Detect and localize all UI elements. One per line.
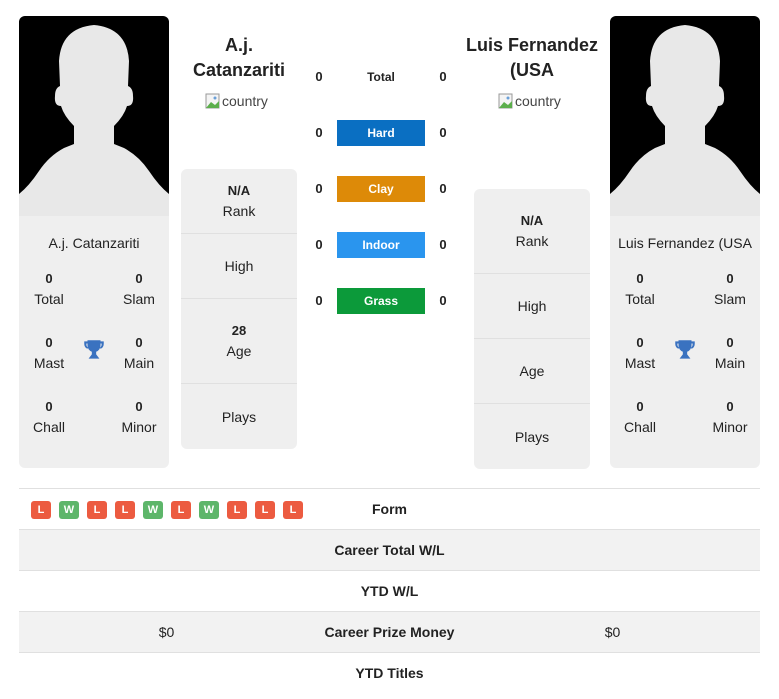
player1-card: A.j. Catanzariti 0 Total 0 Slam 0 Mast 0 Mai…: [19, 16, 169, 468]
table-row: Career Total W/L: [19, 530, 760, 571]
table-row: YTD W/L: [19, 571, 760, 612]
table-row: YTD Titles: [355, 665, 424, 681]
titles-minor: 0 Minor: [712, 399, 748, 435]
titles-total: 0 Total: [34, 271, 64, 307]
surface-hard-p1: 0: [315, 125, 323, 140]
form-row: LWLLWLWLLL Form: [19, 489, 760, 530]
surface-clay-label: Clay: [337, 176, 425, 202]
player2-card-name: Luis Fernandez (USA: [618, 235, 752, 251]
broken-image-icon: [205, 93, 221, 109]
player1-info: N/A Rank High 28 Age Plays: [181, 169, 297, 449]
player1-age: 28 Age: [181, 299, 297, 384]
form-label: Form: [372, 501, 407, 517]
player2-plays: Plays: [514, 428, 550, 445]
surface-clay-p2: 0: [439, 181, 447, 196]
player2-titles: 0 Total 0 Slam 0 Mast 0 Main 0 Chall 0 Minor: [610, 251, 760, 451]
player2-rank: N/A Rank: [474, 189, 590, 274]
titles-mast: 0 Mast: [624, 335, 656, 371]
surface-hard-row: 0 Hard 0: [305, 120, 455, 146]
player1-name[interactable]: A.j. Catanzariti: [180, 33, 298, 83]
prize-money-p2: $0: [604, 624, 621, 640]
trophy-icon: [84, 340, 104, 359]
surface-total-label: Total: [367, 70, 395, 84]
player1-card-name: A.j. Catanzariti: [48, 235, 140, 251]
titles-slam: 0 Slam: [714, 271, 746, 307]
surface-total-p1: 0: [315, 69, 323, 84]
player1-photo: [19, 16, 169, 216]
trophy-icon: [675, 340, 695, 359]
player2-country-flag: country: [498, 93, 561, 109]
player1-high: High: [181, 234, 297, 299]
titles-minor: 0 Minor: [121, 399, 157, 435]
player2-info: N/A Rank High Age Plays: [474, 189, 590, 469]
player2-high: High: [474, 274, 590, 339]
silhouette-icon: [19, 25, 169, 216]
player2-photo: [610, 16, 760, 216]
surface-indoor-p1: 0: [315, 237, 323, 252]
surface-clay-row: 0 Clay 0: [305, 176, 455, 202]
player1-country-flag: country: [205, 93, 268, 109]
titles-slam: 0 Slam: [123, 271, 155, 307]
player2-card: Luis Fernandez (USA 0 Total 0 Slam 0 Mast 0…: [610, 16, 760, 468]
player1-titles: 0 Total 0 Slam 0 Mast 0 Main 0 Chall 0 Minor: [19, 251, 169, 451]
titles-main: 0 Main: [123, 335, 155, 371]
titles-mast: 0 Mast: [33, 335, 65, 371]
surface-indoor-p2: 0: [439, 237, 447, 252]
titles-chall: 0 Chall: [624, 399, 656, 435]
surface-total-p2: 0: [439, 69, 447, 84]
player2-age: Age: [474, 339, 590, 404]
comparison-table: LWLLWLWLLL Form Career Total W/L YTD W/L…: [19, 488, 760, 694]
surface-total-row: 0 Total 0: [305, 64, 455, 90]
surface-grass-p1: 0: [315, 293, 323, 308]
titles-total: 0 Total: [625, 271, 655, 307]
surface-indoor-label: Indoor: [337, 232, 425, 258]
surface-clay-p1: 0: [315, 181, 323, 196]
silhouette-icon: [610, 25, 760, 216]
surface-grass-label: Grass: [337, 288, 425, 314]
surface-grass-row: 0 Grass 0: [305, 288, 455, 314]
player2-name[interactable]: Luis Fernandez (USA: [462, 33, 602, 83]
player1-plays: Plays: [221, 408, 257, 425]
titles-chall: 0 Chall: [33, 399, 65, 435]
broken-image-icon: [498, 93, 514, 109]
surface-hard-p2: 0: [439, 125, 447, 140]
player1-rank: N/A Rank: [181, 169, 297, 234]
titles-main: 0 Main: [714, 335, 746, 371]
table-row: $0 Career Prize Money $0: [19, 612, 760, 653]
surface-indoor-row: 0 Indoor 0: [305, 232, 455, 258]
surface-grass-p2: 0: [439, 293, 447, 308]
surface-hard-label: Hard: [337, 120, 425, 146]
